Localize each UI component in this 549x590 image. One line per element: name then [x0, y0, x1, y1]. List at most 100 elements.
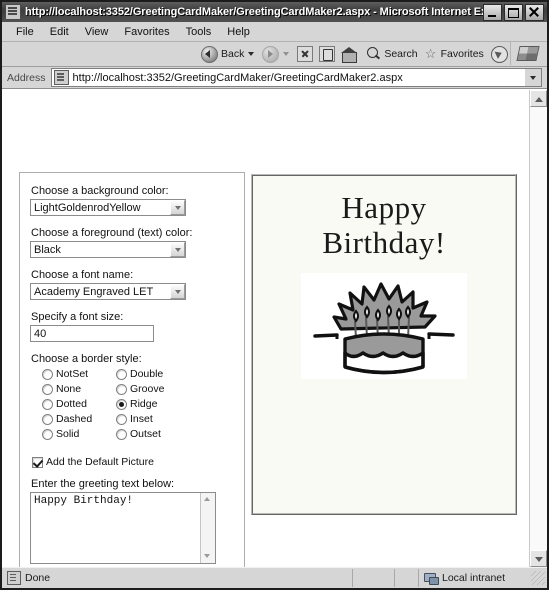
radio-option-solid[interactable]: Solid	[42, 428, 116, 440]
border-style-label: Choose a border style:	[31, 353, 142, 365]
card-greeting-line1: Happy	[341, 190, 427, 225]
home-button[interactable]	[341, 46, 358, 63]
resize-grip[interactable]	[531, 571, 545, 585]
greeting-text-group: Enter the greeting text below: Happy Bir…	[30, 478, 234, 564]
favorites-button[interactable]: ☆ Favorites	[421, 43, 487, 65]
greeting-text-label: Enter the greeting text below:	[31, 478, 175, 490]
foreground-color-value: Black	[34, 243, 61, 256]
radio-label: Dotted	[56, 398, 87, 410]
radio-option-outset[interactable]: Outset	[116, 428, 190, 440]
content-area: Choose a background color: LightGoldenro…	[2, 89, 547, 567]
textarea-scrollbar[interactable]	[200, 493, 215, 563]
font-name-label: Choose a font name:	[31, 269, 134, 281]
menu-bar: File Edit View Favorites Tools Help	[2, 22, 547, 42]
foreground-color-select[interactable]: Black	[30, 241, 186, 258]
status-bar: Done Local intranet	[2, 567, 547, 588]
page-icon	[5, 4, 21, 20]
menu-item-favorites[interactable]: Favorites	[116, 24, 177, 40]
radio-option-none[interactable]: None	[42, 383, 116, 395]
status-segment-1	[353, 569, 395, 587]
refresh-icon	[323, 49, 334, 61]
scroll-down-icon[interactable]	[530, 550, 547, 567]
stop-button[interactable]	[297, 46, 314, 62]
radio-option-dotted[interactable]: Dotted	[42, 398, 116, 410]
forward-button[interactable]	[259, 43, 294, 65]
font-size-input[interactable]: 40	[30, 325, 154, 342]
star-icon: ☆	[424, 46, 437, 61]
menu-item-file[interactable]: File	[8, 24, 42, 40]
radio-icon	[116, 428, 127, 440]
radio-icon	[42, 368, 53, 380]
radio-option-groove[interactable]: Groove	[116, 383, 190, 395]
media-icon[interactable]	[490, 45, 508, 63]
chevron-down-icon	[530, 75, 536, 80]
radio-icon-selected	[116, 398, 127, 410]
background-color-label: Choose a background color:	[31, 185, 169, 197]
page-vertical-scrollbar[interactable]	[529, 90, 547, 567]
background-color-value: LightGoldenrodYellow	[34, 201, 141, 214]
close-button[interactable]	[525, 3, 544, 21]
address-bar: Address http://localhost:3352/GreetingCa…	[2, 67, 547, 89]
border-style-group: Choose a border style: NotSet Double Non…	[30, 353, 234, 440]
scrollbar-track[interactable]	[530, 107, 547, 550]
radio-label: Outset	[130, 428, 161, 440]
radio-option-double[interactable]: Double	[116, 368, 190, 380]
font-name-select[interactable]: Academy Engraved LET	[30, 283, 186, 300]
scroll-up-icon[interactable]	[201, 493, 215, 506]
window-title: http://localhost:3352/GreetingCardMaker/…	[25, 6, 483, 18]
card-greeting-text: Happy Birthday!	[253, 190, 515, 261]
menu-item-edit[interactable]: Edit	[42, 24, 77, 40]
browser-window: http://localhost:3352/GreetingCardMaker/…	[0, 0, 549, 590]
radio-label: Inset	[130, 413, 153, 425]
search-button[interactable]: Search	[364, 43, 420, 65]
font-name-group: Choose a font name: Academy Engraved LET	[30, 269, 234, 300]
minimize-button[interactable]	[483, 3, 502, 21]
card-greeting-line2: Birthday!	[322, 225, 446, 261]
radio-icon	[116, 413, 127, 425]
default-picture-label: Add the Default Picture	[46, 456, 154, 468]
border-style-radio-group: NotSet Double None Groove Dotted Ridge D…	[42, 368, 234, 440]
foreground-color-group: Choose a foreground (text) color: Black	[30, 227, 234, 258]
radio-label: Dashed	[56, 413, 93, 425]
title-bar: http://localhost:3352/GreetingCardMaker/…	[2, 2, 547, 22]
font-size-group: Specify a font size: 40	[30, 311, 234, 342]
chevron-down-icon[interactable]	[170, 242, 185, 257]
radio-label: NotSet	[56, 368, 89, 380]
forward-arrow-icon	[262, 45, 280, 63]
windows-flag-icon	[516, 46, 540, 61]
chevron-down-icon[interactable]	[170, 284, 185, 299]
menu-item-tools[interactable]: Tools	[178, 24, 220, 40]
address-input[interactable]: http://localhost:3352/GreetingCardMaker/…	[50, 68, 525, 87]
radio-option-ridge[interactable]: Ridge	[116, 398, 190, 410]
font-size-value: 40	[34, 327, 47, 340]
menu-item-help[interactable]: Help	[219, 24, 258, 40]
menu-item-view[interactable]: View	[77, 24, 117, 40]
magnifier-icon	[367, 47, 381, 61]
back-label: Back	[221, 48, 245, 60]
radio-icon	[116, 383, 127, 395]
search-label: Search	[384, 48, 418, 60]
forward-history-chevron-icon[interactable]	[283, 52, 290, 56]
radio-option-dashed[interactable]: Dashed	[42, 413, 116, 425]
background-color-group: Choose a background color: LightGoldenro…	[30, 185, 234, 216]
back-button[interactable]: Back	[198, 43, 259, 65]
security-zone-text: Local intranet	[442, 572, 506, 584]
scroll-up-icon[interactable]	[530, 90, 547, 107]
favorites-label: Favorites	[440, 48, 484, 60]
maximize-button[interactable]	[504, 3, 523, 21]
radio-label: None	[56, 383, 82, 395]
chevron-down-icon[interactable]	[170, 200, 185, 215]
back-history-chevron-icon[interactable]	[248, 52, 255, 56]
security-zone: Local intranet	[419, 569, 547, 587]
refresh-button[interactable]	[319, 46, 336, 62]
radio-icon	[116, 368, 127, 380]
radio-option-inset[interactable]: Inset	[116, 413, 190, 425]
greeting-textarea[interactable]: Happy Birthday!	[30, 492, 216, 564]
scroll-down-icon[interactable]	[201, 550, 215, 563]
status-done-text: Done	[25, 572, 51, 584]
radio-option-notset[interactable]: NotSet	[42, 368, 116, 380]
default-picture-checkbox-row[interactable]: Add the Default Picture	[32, 456, 234, 468]
address-dropdown-button[interactable]	[525, 68, 542, 87]
background-color-select[interactable]: LightGoldenrodYellow	[30, 199, 186, 216]
address-label: Address	[7, 71, 46, 84]
